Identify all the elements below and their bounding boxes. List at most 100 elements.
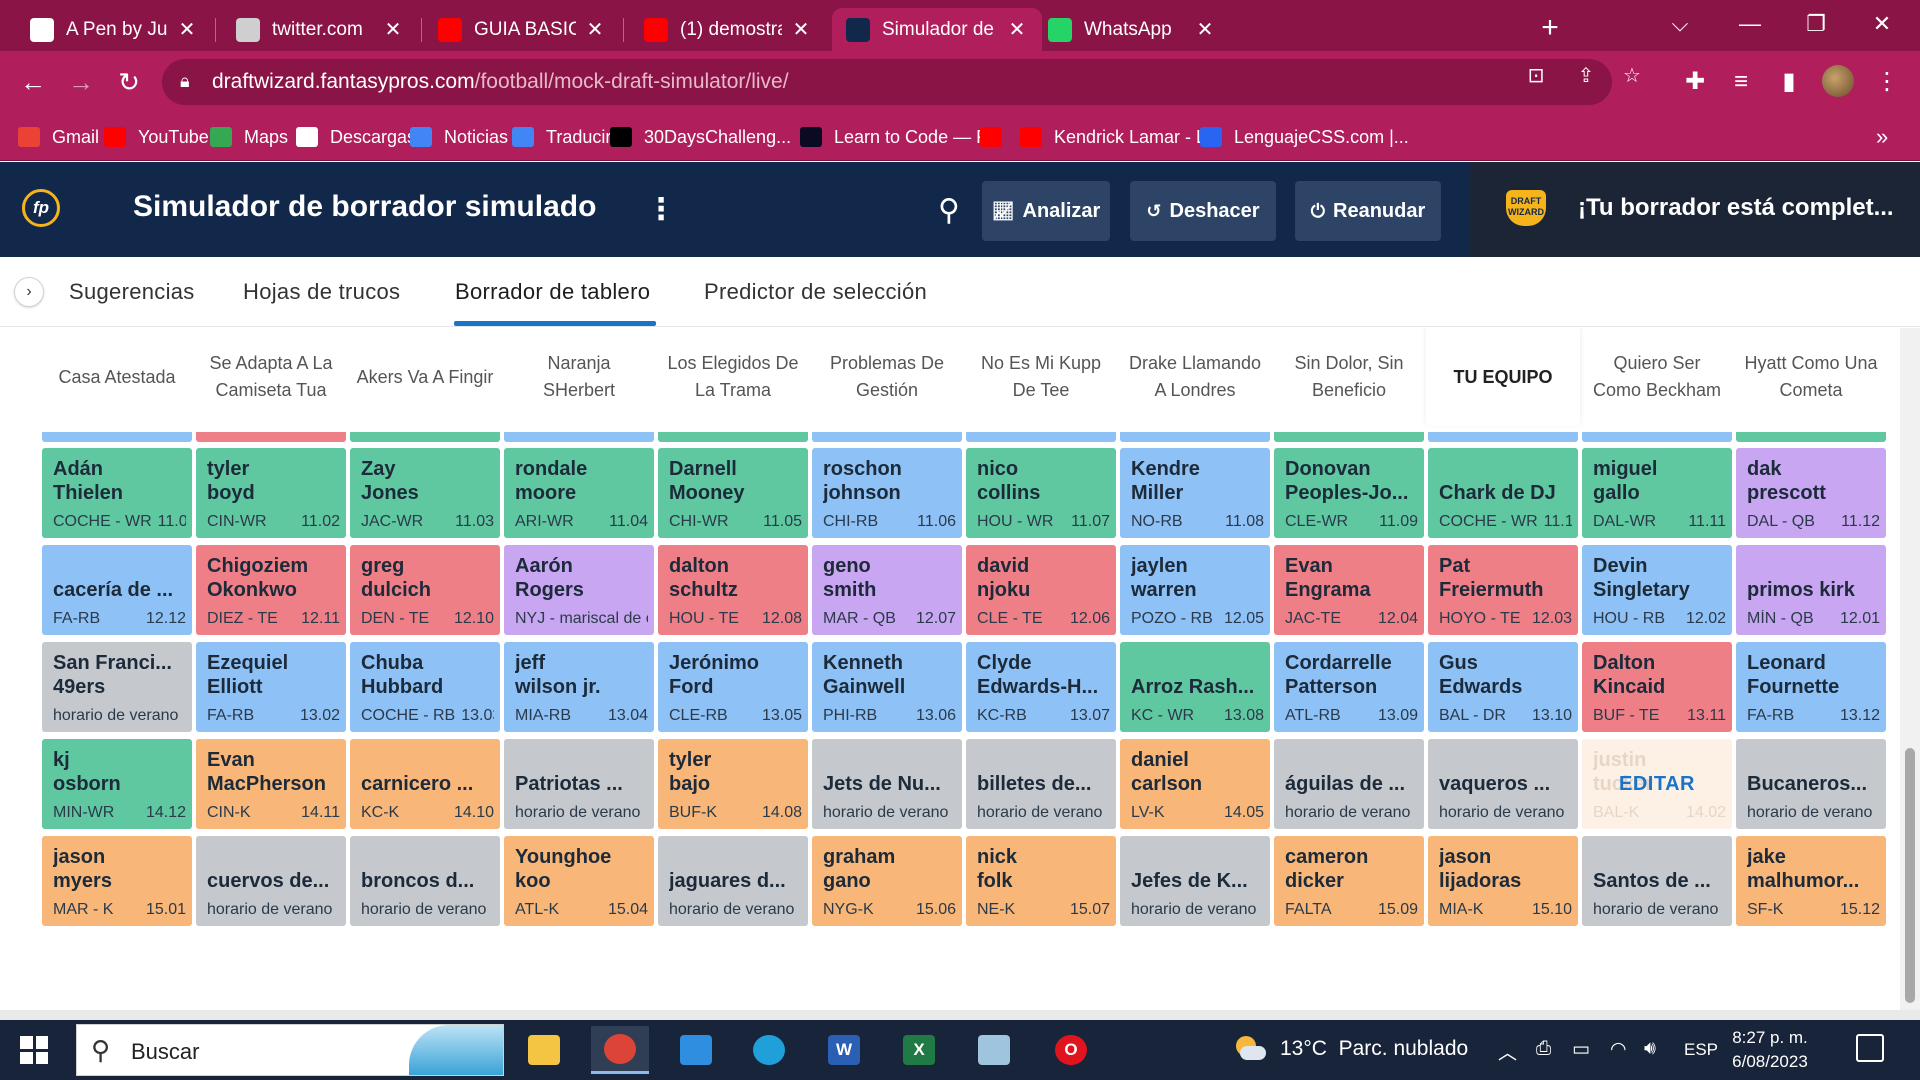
fantasypros-logo[interactable]: fp <box>22 189 60 227</box>
pick-card[interactable]: Dalton Kincaid BUF - TE 13.11 <box>1582 642 1732 732</box>
column-header[interactable]: Los Elegidos De La Trama <box>656 328 810 426</box>
pick-card[interactable]: primos kirk MÍN - QB 12.01 <box>1736 545 1886 635</box>
taskbar-app[interactable] <box>591 1026 649 1074</box>
pick-card[interactable]: jake malhumor... SF-K 15.12 <box>1736 836 1886 926</box>
taskbar-app[interactable]: W <box>815 1026 873 1074</box>
expand-sidebar-chevron-icon[interactable]: › <box>14 277 44 307</box>
pick-card[interactable]: miguel gallo DAL-WR 11.11 <box>1582 448 1732 538</box>
restore-button[interactable]: ❐ <box>1786 4 1846 44</box>
pick-card[interactable]: cuervos de... horario de verano <box>196 836 346 926</box>
pick-card[interactable]: Devin Singletary HOU - RB 12.02 <box>1582 545 1732 635</box>
more-options-icon[interactable]: ⋮ <box>646 192 676 227</box>
share-icon[interactable]: ⇪ <box>1572 63 1600 87</box>
bookmark-item[interactable]: Noticias <box>410 123 508 151</box>
bookmark-item[interactable] <box>980 123 1014 151</box>
tab-draft-board[interactable]: Borrador de tablero <box>455 279 650 305</box>
wifi-icon[interactable]: ◠ <box>1610 1038 1627 1061</box>
resume-button[interactable]: ⏻ Reanudar <box>1295 181 1441 241</box>
pick-card[interactable]: jason myers MAR - K 15.01 <box>42 836 192 926</box>
pick-card[interactable]: Evan Engrama JAC-TE 12.04 <box>1274 545 1424 635</box>
taskbar-app[interactable] <box>515 1026 573 1074</box>
browser-tab[interactable]: twitter.com ✕ <box>222 8 418 51</box>
pick-card[interactable]: Jerónimo Ford CLE-RB 13.05 <box>658 642 808 732</box>
close-tab-icon[interactable]: ✕ <box>1194 17 1216 42</box>
column-header-my-team[interactable]: TU EQUIPO <box>1426 328 1580 426</box>
profile-avatar[interactable] <box>1822 65 1854 97</box>
pick-card[interactable]: tyler boyd CIN-WR 11.02 <box>196 448 346 538</box>
pick-card[interactable]: Darnell Mooney CHI-WR 11.05 <box>658 448 808 538</box>
pick-card[interactable]: Santos de ... horario de verano <box>1582 836 1732 926</box>
column-header[interactable]: Quiero Ser Como Beckham <box>1580 328 1734 426</box>
close-tab-icon[interactable]: ✕ <box>790 17 812 42</box>
pick-card[interactable]: tyler bajo BUF-K 14.08 <box>658 739 808 829</box>
pick-card[interactable]: Younghoe koo ATL-K 15.04 <box>504 836 654 926</box>
taskbar-app[interactable]: O <box>1042 1026 1100 1074</box>
browser-tab[interactable]: GUIA BASICA PARA ✕ <box>424 8 620 51</box>
pick-card[interactable]: Leonard Fournette FA-RB 13.12 <box>1736 642 1886 732</box>
bookmark-item[interactable]: LenguajeCSS.com |... <box>1200 123 1409 151</box>
pick-card[interactable]: AarónRogers NYJ - mariscal de campo <box>504 545 654 635</box>
pick-card[interactable]: Kenneth Gainwell PHI-RB 13.06 <box>812 642 962 732</box>
more-bookmarks-chevron-icon[interactable]: » <box>1876 123 1888 151</box>
column-header[interactable]: Drake Llamando A Londres <box>1118 328 1272 426</box>
bookmark-item[interactable]: Learn to Code — F... <box>800 123 1000 151</box>
bookmark-item[interactable]: Maps <box>210 123 288 151</box>
new-tab-button[interactable]: + <box>1530 8 1570 48</box>
system-clock[interactable]: 8:27 p. m. 6/08/2023 <box>1722 1026 1818 1074</box>
reload-button[interactable]: ↻ <box>110 63 148 101</box>
pick-card[interactable]: greg dulcich DEN - TE 12.10 <box>350 545 500 635</box>
pick-card[interactable]: daniel carlson LV-K 14.05 <box>1120 739 1270 829</box>
pick-card[interactable]: Cordarrelle Patterson ATL-RB 13.09 <box>1274 642 1424 732</box>
pick-card[interactable]: Jets de Nu... horario de verano <box>812 739 962 829</box>
pick-card[interactable]: jaguares d... horario de verano <box>658 836 808 926</box>
pick-card[interactable]: nick folk NE-K 15.07 <box>966 836 1116 926</box>
close-tab-icon[interactable]: ✕ <box>1006 17 1028 42</box>
pick-card[interactable]: águilas de ... horario de verano <box>1274 739 1424 829</box>
pick-card[interactable]: Chark de DJ COCHE - WR 11.10 <box>1428 448 1578 538</box>
pick-card[interactable]: Zay Jones JAC-WR 11.03 <box>350 448 500 538</box>
pick-card[interactable]: jaylen warren POZO - RB 12.05 <box>1120 545 1270 635</box>
pick-card[interactable]: justin tucker BAL-K 14.02 EDITAR <box>1582 739 1732 829</box>
input-language[interactable]: ESP <box>1684 1040 1718 1060</box>
pick-card[interactable]: Bucaneros... horario de verano <box>1736 739 1886 829</box>
pick-card[interactable]: Patriotas ... horario de verano <box>504 739 654 829</box>
meet-now-icon[interactable]: ⎙ <box>1536 1038 1551 1060</box>
column-header[interactable]: Casa Atestada <box>40 328 194 426</box>
taskbar-search[interactable]: ⚲ Buscar <box>76 1024 504 1076</box>
taskbar-app[interactable] <box>667 1026 725 1074</box>
bookmark-item[interactable]: Descargas <box>296 123 416 151</box>
tab-suggestions[interactable]: Sugerencias <box>69 279 195 305</box>
pick-card[interactable]: Jefes de K... horario de verano <box>1120 836 1270 926</box>
pick-card[interactable]: jason lijadoras MIA-K 15.10 <box>1428 836 1578 926</box>
pick-card[interactable]: Arroz Rash... KC - WR 13.08 <box>1120 642 1270 732</box>
column-header[interactable]: Hyatt Como Una Cometa <box>1734 328 1888 426</box>
pick-card[interactable]: david njoku CLE - TE 12.06 <box>966 545 1116 635</box>
column-header[interactable]: Problemas De Gestión <box>810 328 964 426</box>
pick-card[interactable]: rondale moore ARI-WR 11.04 <box>504 448 654 538</box>
taskbar-app[interactable] <box>740 1026 798 1074</box>
tab-search-chevron-icon[interactable]: ⌵ <box>1650 4 1710 44</box>
weather-widget[interactable]: 13°C Parc. nublado <box>1232 1034 1468 1064</box>
page-scrollbar[interactable] <box>1900 328 1920 1010</box>
close-tab-icon[interactable]: ✕ <box>382 17 404 42</box>
draft-complete-banner[interactable]: DRAFT WIZARD ¡Tu borrador está complet... <box>1470 162 1920 257</box>
bookmark-item[interactable]: 30DaysChalleng... <box>610 123 791 151</box>
analyze-button[interactable]: 📈︎ Analizar <box>982 181 1110 241</box>
tab-cheat-sheets[interactable]: Hojas de trucos <box>243 279 400 305</box>
side-panel-icon[interactable]: ▮ <box>1770 63 1808 101</box>
show-hidden-icons-chevron-icon[interactable]: ︿ <box>1498 1038 1517 1065</box>
pick-card[interactable]: AdánThielen COCHE - WR 11.01 <box>42 448 192 538</box>
translate-page-icon[interactable]: ⊡ <box>1522 63 1550 87</box>
address-bar[interactable]: 🔒︎ draftwizard.fantasypros.com/football/… <box>162 59 1612 105</box>
pick-card[interactable]: carnicero ... KC-K 14.10 <box>350 739 500 829</box>
bookmark-item[interactable]: Kendrick Lamar - L... <box>1020 123 1221 151</box>
volume-icon[interactable]: 🔊︎ <box>1644 1038 1656 1060</box>
forward-button[interactable]: → <box>62 63 100 101</box>
horizontal-scrollbar[interactable] <box>0 1010 1920 1020</box>
pick-card[interactable]: ChubaHubbard COCHE - RB 13.03 <box>350 642 500 732</box>
minimize-button[interactable]: — <box>1720 4 1780 44</box>
windows-start-icon[interactable] <box>20 1036 48 1064</box>
close-tab-icon[interactable]: ✕ <box>584 17 606 42</box>
search-icon[interactable]: ⚲ <box>938 193 960 228</box>
pick-card[interactable]: Gus Edwards BAL - DR 13.10 <box>1428 642 1578 732</box>
